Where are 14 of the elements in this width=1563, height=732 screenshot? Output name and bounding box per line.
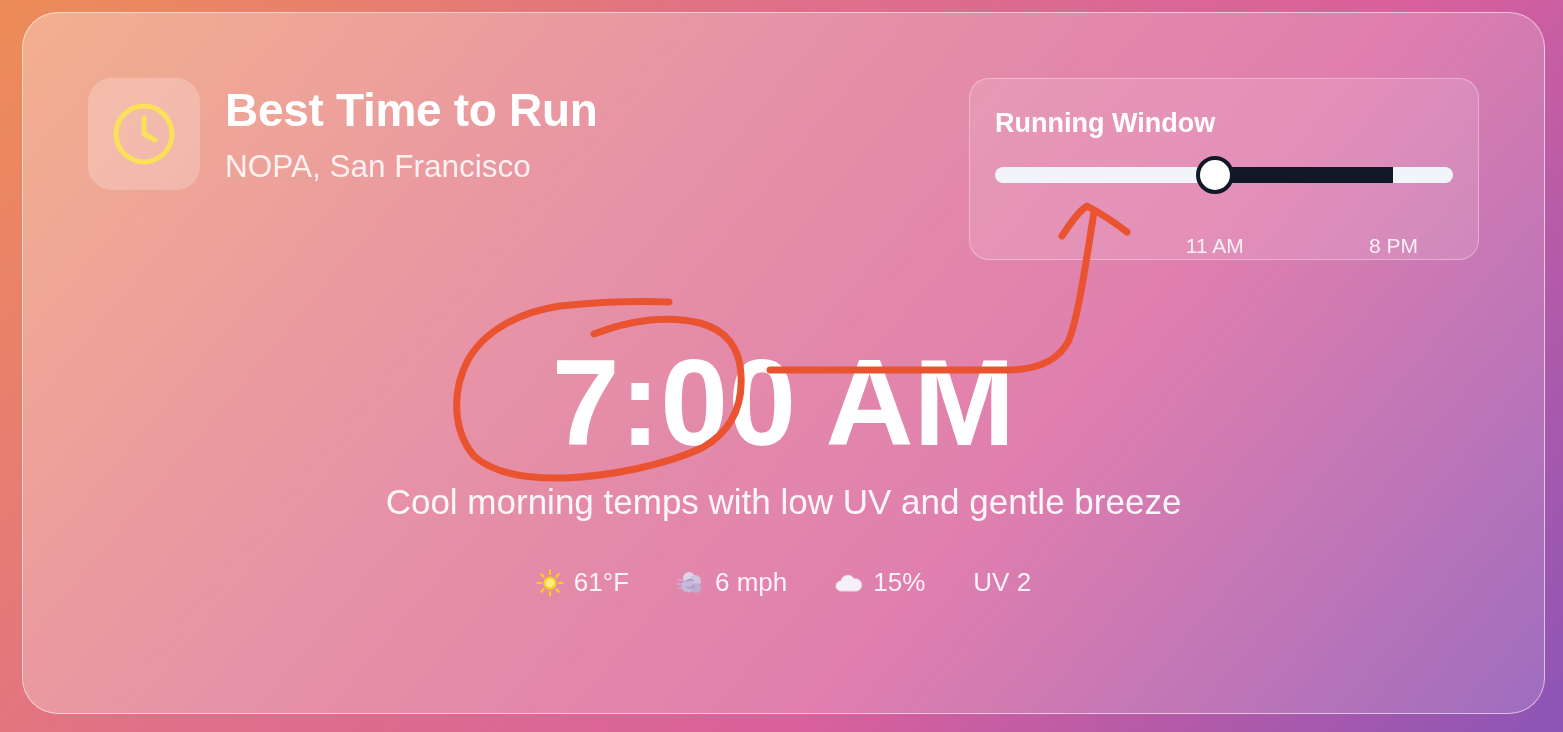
location-subtitle: NOPA, San Francisco [225,147,532,186]
slider-thumb[interactable] [1195,156,1234,195]
condition-text: UV 2 [973,567,1032,599]
summary-text: Cool morning temps with low UV and gentle breeze [385,481,1182,524]
condition-text: 15% [873,567,926,599]
time-label: 8 PM [1368,235,1418,257]
slider-track[interactable] [995,156,1453,195]
condition-text: 61°F [573,567,630,599]
clock-icon [88,78,200,190]
page-title: Best Time to Run [225,84,598,137]
sun-icon [535,569,564,597]
panel-title: Running Window [995,107,1217,140]
condition-text: 6 mph [715,567,788,599]
time-label: 11 AM [1185,235,1244,257]
